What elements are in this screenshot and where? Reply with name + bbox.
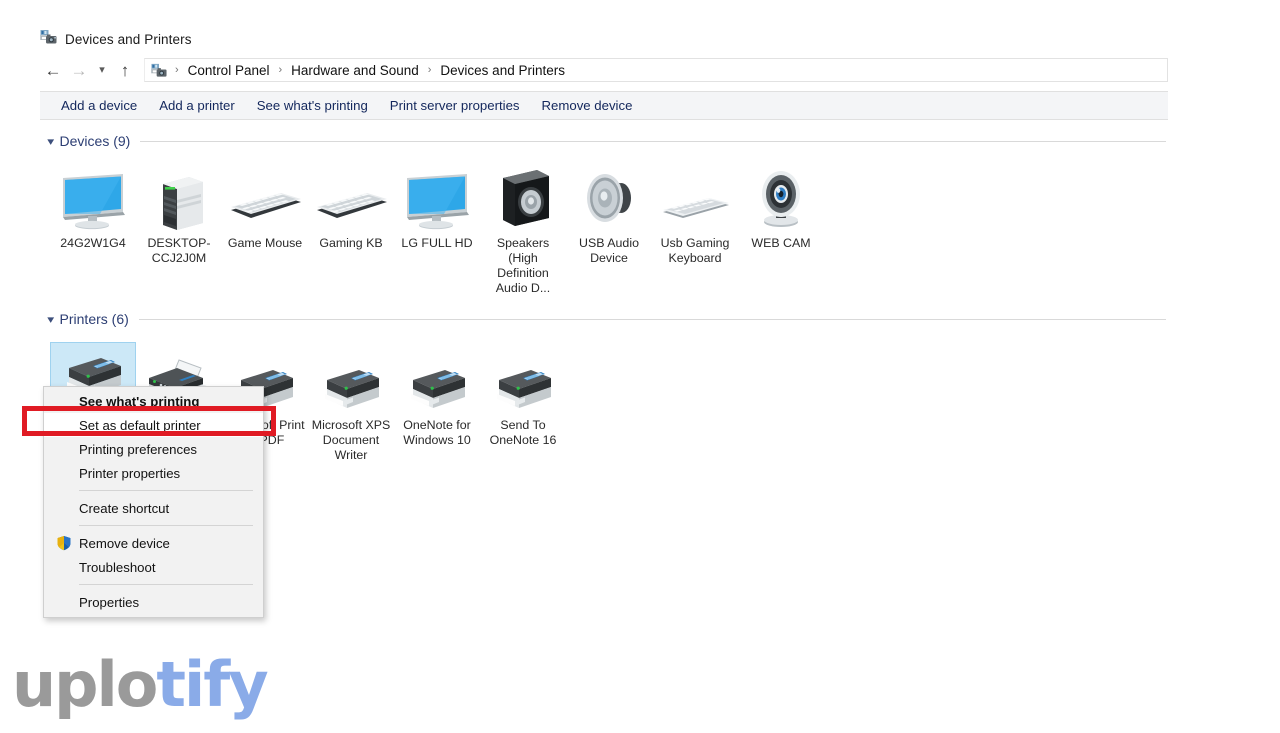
group-divider — [138, 318, 1166, 320]
see-whats-printing-button[interactable]: See what's printing — [246, 94, 379, 117]
breadcrumb-hardware-and-sound[interactable]: Hardware and Sound — [287, 62, 423, 79]
group-header-devices[interactable]: ▾ Devices (9) — [40, 130, 1168, 152]
add-a-device-button[interactable]: Add a device — [50, 94, 148, 117]
device-label: USB Audio Device — [579, 236, 639, 265]
devices-and-printers-window: Devices and Printers ← → ▾ ↑ › Control P… — [0, 0, 1280, 733]
back-arrow-icon[interactable]: ← — [40, 57, 66, 83]
context-menu-item-printing-preferences[interactable]: Printing preferences — [44, 437, 263, 461]
group-divider — [140, 140, 1166, 142]
device-label: Speakers (High Definition Audio D... — [495, 236, 551, 295]
monitor-icon — [399, 160, 475, 232]
print-server-properties-button[interactable]: Print server properties — [379, 94, 531, 117]
path-devices-and-printers-icon — [151, 62, 167, 78]
speaker-box-icon — [485, 160, 561, 232]
forward-arrow-icon[interactable]: → — [66, 57, 92, 83]
printer-icon — [485, 342, 561, 414]
remove-device-button[interactable]: Remove device — [531, 94, 644, 117]
printer-label: OneNote for Windows 10 — [403, 418, 471, 447]
breadcrumb-devices-and-printers[interactable]: Devices and Printers — [436, 62, 569, 79]
keyboard-icon — [311, 160, 391, 232]
device-label: LG FULL HD — [401, 236, 473, 250]
device-label: DESKTOP-CCJ2J0M — [147, 236, 211, 265]
window-title: Devices and Printers — [65, 31, 192, 47]
monitor-icon — [55, 160, 131, 232]
annotation-highlight-box — [22, 406, 276, 436]
uac-shield-icon — [56, 535, 72, 551]
device-tile-gaming-kb[interactable]: Gaming KB — [308, 152, 394, 296]
device-tile-usb-audio-device[interactable]: USB Audio Device — [566, 152, 652, 296]
devices-and-printers-icon — [40, 28, 57, 50]
device-tile-24g2w1g4[interactable]: 24G2W1G4 — [50, 152, 136, 296]
context-menu-item-properties[interactable]: Properties — [44, 590, 263, 614]
device-tile-web-cam[interactable]: WEB CAM — [738, 152, 824, 296]
context-menu-label: Remove device — [79, 535, 170, 551]
uplotify-watermark-logo: uplotify — [12, 648, 269, 721]
context-menu-item-troubleshoot[interactable]: Troubleshoot — [44, 555, 263, 579]
printer-icon — [399, 342, 475, 414]
watermark-part-one: uplo — [12, 648, 158, 721]
webcam-icon — [743, 160, 819, 232]
breadcrumb-separator: › — [175, 64, 179, 76]
device-tile-speakers[interactable]: Speakers (High Definition Audio D... — [480, 152, 566, 296]
chevron-down-icon[interactable]: ▾ — [47, 313, 54, 326]
keyboard-icon — [225, 160, 305, 232]
device-tile-game-mouse[interactable]: Game Mouse — [222, 152, 308, 296]
device-label: Game Mouse — [227, 236, 303, 250]
watermark-part-two: tify — [156, 648, 268, 721]
context-menu-separator — [79, 584, 253, 585]
context-menu-item-printer-properties[interactable]: Printer properties — [44, 461, 263, 485]
address-bar: ← → ▾ ↑ › Control Panel › Hardware and S… — [40, 54, 1168, 86]
title-bar: Devices and Printers — [40, 25, 1168, 53]
address-input[interactable]: › Control Panel › Hardware and Sound › D… — [144, 58, 1168, 82]
device-tile-desktop[interactable]: DESKTOP-CCJ2J0M — [136, 152, 222, 296]
devices-tile-row: 24G2W1G4 DESKTOP-CCJ2J0M Game Mouse Gami… — [40, 152, 1168, 296]
device-label: Gaming KB — [319, 236, 383, 250]
breadcrumb-separator: › — [427, 64, 432, 76]
context-menu-item-create-shortcut[interactable]: Create shortcut — [44, 496, 263, 520]
group-header-printers[interactable]: ▾ Printers (6) — [40, 308, 1168, 330]
context-menu-item-remove-device[interactable]: Remove device — [44, 531, 263, 555]
context-menu-separator — [79, 525, 253, 526]
speaker-driver-icon — [571, 160, 647, 232]
breadcrumb-separator: › — [278, 64, 283, 76]
up-arrow-icon[interactable]: ↑ — [112, 57, 138, 83]
printer-tile-onenote-for-windows-10[interactable]: OneNote for Windows 10 — [394, 334, 480, 463]
device-label: Usb Gaming Keyboard — [660, 236, 730, 265]
printer-icon — [313, 342, 389, 414]
device-tile-usb-gaming-keyboard[interactable]: Usb Gaming Keyboard — [652, 152, 738, 296]
printer-label: Microsoft XPS Document Writer — [311, 418, 391, 462]
chevron-down-icon[interactable]: ▾ — [47, 135, 54, 148]
device-label: WEB CAM — [751, 236, 811, 250]
printer-tile-microsoft-xps-document-writer[interactable]: Microsoft XPS Document Writer — [308, 334, 394, 463]
device-label: 24G2W1G4 — [60, 236, 126, 250]
device-tile-lg-full-hd[interactable]: LG FULL HD — [394, 152, 480, 296]
context-menu-separator — [79, 490, 253, 491]
desktop-tower-icon — [141, 160, 217, 232]
keyboard-icon — [655, 160, 735, 232]
printer-tile-send-to-onenote-16[interactable]: Send To OneNote 16 — [480, 334, 566, 463]
add-a-printer-button[interactable]: Add a printer — [148, 94, 246, 117]
chevron-down-icon[interactable]: ▾ — [92, 57, 112, 83]
group-title-devices: Devices (9) — [59, 133, 131, 149]
printer-label: Send To OneNote 16 — [489, 418, 557, 447]
group-title-printers: Printers (6) — [59, 311, 129, 327]
command-bar: Add a device Add a printer See what's pr… — [40, 91, 1168, 120]
breadcrumb-control-panel[interactable]: Control Panel — [184, 62, 274, 79]
